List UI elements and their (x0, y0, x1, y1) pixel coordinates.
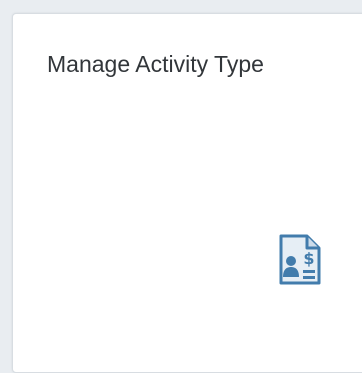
activity-cost-document-icon: $ (279, 234, 323, 286)
manage-activity-type-tile[interactable]: Manage Activity Type $ (12, 13, 362, 373)
tile-title: Manage Activity Type (47, 51, 264, 77)
svg-text:$: $ (303, 249, 314, 268)
